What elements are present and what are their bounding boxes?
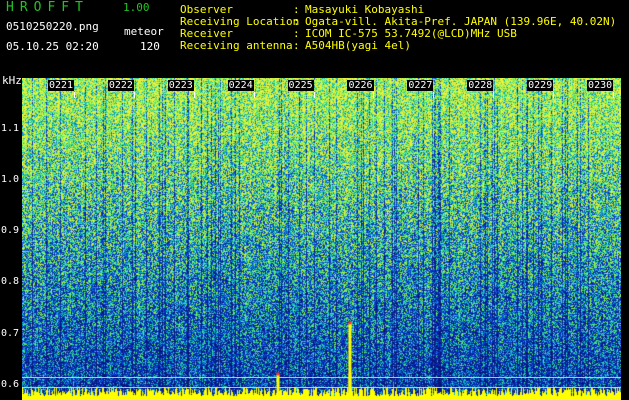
reference-line [22,377,621,378]
count-value: 120 [140,40,160,53]
x-tick-label: 0223 [167,80,194,91]
x-tick-label: 0230 [587,80,614,91]
x-tick-label: 0226 [347,80,374,91]
y-tick-label: 0.8 [1,276,20,288]
x-tick-label: 0225 [287,80,314,91]
y-tick-label: 0.6 [1,378,20,390]
y-tick-label: 1.0 [1,174,20,186]
spectrogram-canvas [22,78,621,400]
x-tick-label: 0228 [467,80,494,91]
file-name: 0510250220.png [6,20,99,33]
x-tick-mark [193,92,195,98]
date-time: 05.10.25 02:20 [6,40,99,53]
x-tick-mark [493,92,495,98]
x-tick-mark [553,92,555,98]
meta-colon: : [293,39,300,52]
header-panel: HROFFT 1.00 0510250220.png meteor 05.10.… [0,0,629,78]
y-tick-label: 0.9 [1,225,20,237]
plot-right-border [621,78,629,400]
x-tick-mark [433,92,435,98]
x-tick-label: 0227 [407,80,434,91]
x-tick-mark [613,92,615,98]
meta-label-antenna: Receiving antenna [180,39,293,52]
x-tick-mark [313,92,315,98]
x-tick-label: 0224 [227,80,254,91]
mode-label: meteor [124,25,164,38]
x-tick-label: 0222 [107,80,134,91]
app-version: 1.00 [123,1,150,14]
spectrogram-plot [22,78,621,400]
x-tick-mark [253,92,255,98]
x-tick-mark [73,92,75,98]
y-tick-label: 1.1 [1,123,20,135]
app-title: HROFFT [6,0,89,15]
y-tick-label: 0.7 [1,327,20,339]
x-tick-mark [133,92,135,98]
x-tick-label: 0221 [47,80,75,91]
meta-value-antenna: A504HB(yagi 4el) [305,39,411,52]
y-axis-unit: kHz [2,74,22,87]
reference-line [22,387,621,389]
x-tick-label: 0229 [527,80,554,91]
x-tick-mark [373,92,375,98]
